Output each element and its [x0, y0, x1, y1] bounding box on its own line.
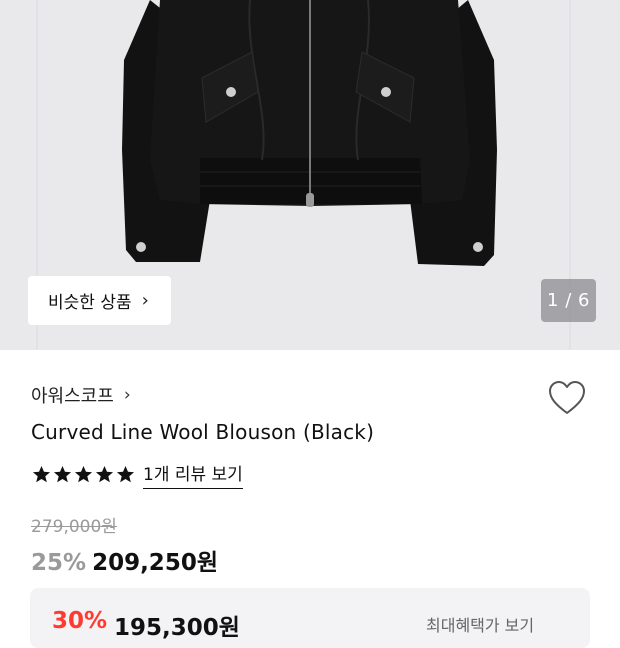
star-icon	[32, 465, 51, 482]
chevron-right-icon: ›	[141, 290, 149, 311]
brand-name: 아워스코프	[31, 386, 114, 407]
product-image-gallery[interactable]: 비슷한 상품 › 1 / 6	[0, 0, 620, 350]
discount-rate: 25%	[31, 550, 87, 576]
star-icon	[95, 465, 114, 482]
rating-stars	[32, 465, 135, 484]
image-counter: 1 / 6	[541, 279, 596, 322]
benefit-discount-rate: 30%	[52, 608, 108, 634]
sale-price: 209,250원	[92, 550, 218, 576]
heart-outline-icon	[549, 381, 585, 414]
price-row: 25% 209,250원	[31, 543, 218, 577]
max-benefit-box[interactable]: 30% 195,300원 최대혜택가 보기	[30, 588, 590, 648]
similar-products-button[interactable]: 비슷한 상품 ›	[28, 276, 171, 325]
original-price: 279,000원	[31, 517, 117, 537]
similar-products-label: 비슷한 상품	[48, 293, 132, 313]
benefit-price: 195,300원	[114, 615, 240, 641]
rating-row: 1개 리뷰 보기	[32, 460, 243, 489]
reviews-link[interactable]: 1개 리뷰 보기	[143, 460, 243, 489]
brand-link[interactable]: 아워스코프 ›	[31, 382, 131, 408]
wishlist-button[interactable]	[548, 380, 586, 416]
benefit-note: 최대혜택가 보기	[426, 616, 535, 635]
star-icon	[53, 465, 72, 482]
chevron-right-icon: ›	[123, 385, 131, 405]
star-icon	[116, 465, 135, 482]
product-title: Curved Line Wool Blouson (Black)	[31, 420, 375, 444]
star-icon	[74, 465, 93, 482]
